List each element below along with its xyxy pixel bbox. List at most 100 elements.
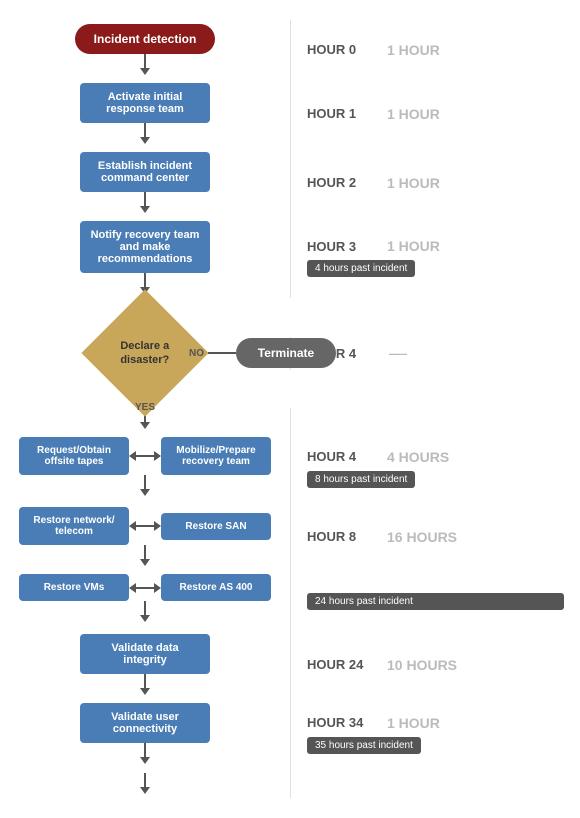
arrow-8 xyxy=(140,688,150,695)
double-line-5 xyxy=(136,455,154,457)
terminate-node: Terminate xyxy=(236,338,336,368)
connector-0 xyxy=(144,54,146,68)
hour-label-6: HOUR 8 xyxy=(307,529,377,544)
incident-node: Incident detection xyxy=(75,24,215,54)
tl-left-4: Declare a disaster? NO Terminate YES xyxy=(0,298,290,408)
arrow-5 xyxy=(140,489,150,496)
double-line-6 xyxy=(136,525,154,527)
tl-right-6: HOUR 8 16 HOURS xyxy=(290,503,580,570)
left-arrow-5 xyxy=(129,451,136,461)
hour-label-0: HOUR 0 xyxy=(307,42,377,57)
tl-right-8: HOUR 24 10 HOURS xyxy=(290,630,580,699)
timeline-row-8: Validate data integrity HOUR 24 10 HOURS xyxy=(0,630,580,699)
double-line-7 xyxy=(136,587,154,589)
declare-text: Declare a disaster? xyxy=(105,339,185,368)
hours-value-5: 4 HOURS xyxy=(387,449,449,465)
tl-left-9: Validate user connectivity xyxy=(0,699,290,769)
arrow-7 xyxy=(140,615,150,622)
yes-label: YES xyxy=(135,402,155,413)
arrow-9 xyxy=(140,757,150,764)
hour-label-5: HOUR 4 xyxy=(307,449,377,464)
timeline-row-2: Establish incident command center HOUR 2… xyxy=(0,148,580,217)
side-nodes-5: Request/Obtain offsite tapes Mobilize/Pr… xyxy=(0,437,290,475)
badge-9: 35 hours past incident xyxy=(307,737,421,754)
tl-left-8: Validate data integrity xyxy=(0,630,290,699)
no-label: NO xyxy=(189,348,204,359)
hours-value-2: 1 HOUR xyxy=(387,175,440,191)
timeline-row-5: Request/Obtain offsite tapes Mobilize/Pr… xyxy=(0,433,580,503)
hour-row-5: HOUR 4 4 HOURS xyxy=(307,449,564,465)
connector-7 xyxy=(144,601,146,615)
tl-left-3: Notify recovery team and make recommenda… xyxy=(0,217,290,298)
tl-right-2: HOUR 2 1 HOUR xyxy=(290,148,580,217)
timeline-row-9: Validate user connectivity HOUR 34 1 HOU… xyxy=(0,699,580,769)
right-arrow-6 xyxy=(154,521,161,531)
restore-as-node: Restore AS 400 xyxy=(161,574,271,601)
request-node: Request/Obtain offsite tapes xyxy=(19,437,129,475)
connector-1 xyxy=(144,123,146,137)
connector-3 xyxy=(144,273,146,287)
hour-label-9: HOUR 34 xyxy=(307,715,377,730)
no-connector xyxy=(208,352,236,354)
hour-label-8: HOUR 24 xyxy=(307,657,377,672)
main-container: Incident detection HOUR 0 1 HOUR Activat… xyxy=(0,0,580,818)
yes-connector-right xyxy=(290,408,580,433)
left-arrow-6 xyxy=(129,521,136,531)
final-arrow xyxy=(140,787,150,794)
tl-left-2: Establish incident command center xyxy=(0,148,290,217)
hour-label-2: HOUR 2 xyxy=(307,175,377,190)
activate-node: Activate initial response team xyxy=(80,83,210,123)
restore-vms-node: Restore VMs xyxy=(19,574,129,601)
tl-right-0: HOUR 0 1 HOUR xyxy=(290,20,580,79)
establish-node: Establish incident command center xyxy=(80,152,210,192)
hour-row-4: HOUR 4 — xyxy=(307,343,564,364)
badge-5: 8 hours past incident xyxy=(307,471,415,488)
validate-user-node: Validate user connectivity xyxy=(80,703,210,743)
yes-conn-arrow xyxy=(140,422,150,429)
hour-row-6: HOUR 8 16 HOURS xyxy=(307,529,564,545)
timeline-row-1: Activate initial response team HOUR 1 1 … xyxy=(0,79,580,148)
timeline-row-0: Incident detection HOUR 0 1 HOUR xyxy=(0,20,580,79)
hour-row-1: HOUR 1 1 HOUR xyxy=(307,106,564,122)
hour-row-8: HOUR 24 10 HOURS xyxy=(307,657,564,673)
tl-left-7: Restore VMs Restore AS 400 xyxy=(0,570,290,630)
left-arrow-7 xyxy=(129,583,136,593)
notify-node: Notify recovery team and make recommenda… xyxy=(80,221,210,273)
timeline-row-4: Declare a disaster? NO Terminate YES xyxy=(0,298,580,408)
yes-connector-row xyxy=(0,408,580,433)
timeline-row-3: Notify recovery team and make recommenda… xyxy=(0,217,580,298)
timeline-row-7: Restore VMs Restore AS 400 24 hours past… xyxy=(0,570,580,630)
hour-row-9: HOUR 34 1 HOUR xyxy=(307,715,564,731)
hour-label-1: HOUR 1 xyxy=(307,106,377,121)
validate-data-node: Validate data integrity xyxy=(80,634,210,674)
tl-left-0: Incident detection xyxy=(0,20,290,79)
hours-value-0: 1 HOUR xyxy=(387,42,440,58)
tl-left-6: Restore network/ telecom Restore SAN xyxy=(0,503,290,570)
tl-right-3: HOUR 3 1 HOUR 4 hours past incident xyxy=(290,217,580,298)
timeline-row-6: Restore network/ telecom Restore SAN HOU… xyxy=(0,503,580,570)
connector-8 xyxy=(144,674,146,688)
connector-6 xyxy=(144,545,146,559)
hour-row-0: HOUR 0 1 HOUR xyxy=(307,42,564,58)
hours-value-6: 16 HOURS xyxy=(387,529,457,545)
side-nodes-6: Restore network/ telecom Restore SAN xyxy=(0,507,290,545)
final-arrow-row xyxy=(0,769,580,798)
final-conn xyxy=(144,773,146,787)
final-arrow-right xyxy=(290,769,580,798)
restore-net-node: Restore network/ telecom xyxy=(19,507,129,545)
hour-row-2: HOUR 2 1 HOUR xyxy=(307,175,564,191)
right-arrow-7 xyxy=(154,583,161,593)
hours-value-3: 1 HOUR xyxy=(387,238,440,254)
tl-right-9: HOUR 34 1 HOUR 35 hours past incident xyxy=(290,699,580,769)
hours-value-8: 10 HOURS xyxy=(387,657,457,673)
connector-9 xyxy=(144,743,146,757)
mobilize-node: Mobilize/Prepare recovery team xyxy=(161,437,271,475)
connector-2 xyxy=(144,192,146,206)
hours-value-9: 1 HOUR xyxy=(387,715,440,731)
tl-right-5: HOUR 4 4 HOURS 8 hours past incident xyxy=(290,433,580,503)
hour-row-3: HOUR 3 1 HOUR xyxy=(307,238,564,254)
connector-5 xyxy=(144,475,146,489)
final-arrow-left xyxy=(0,769,290,798)
arrow-1 xyxy=(140,137,150,144)
right-arrow-5 xyxy=(154,451,161,461)
